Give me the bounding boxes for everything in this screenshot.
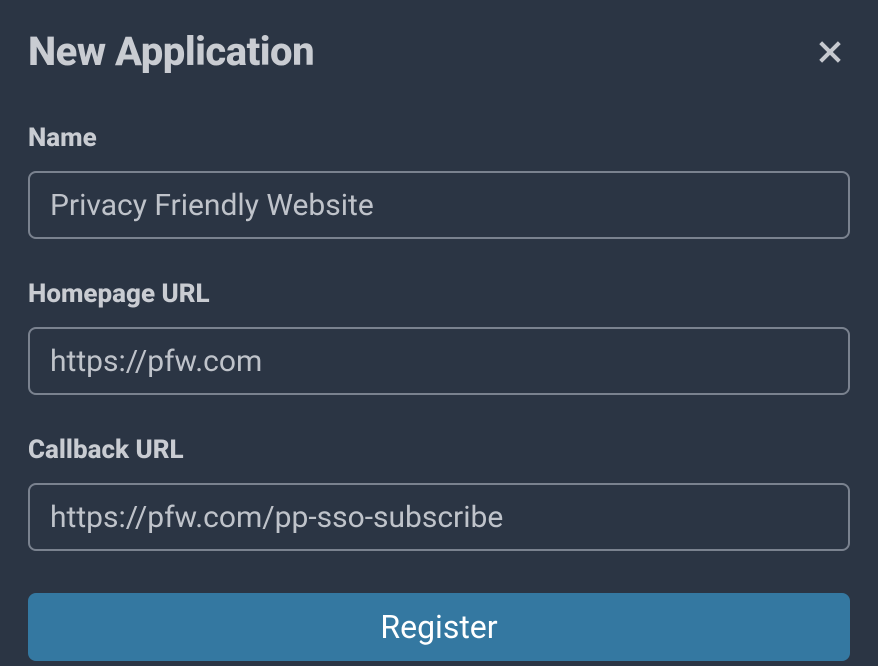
name-input[interactable] <box>28 171 850 239</box>
callback-input[interactable] <box>28 483 850 551</box>
dialog-title: New Application <box>28 28 314 75</box>
callback-field-group: Callback URL <box>28 435 850 551</box>
homepage-field-group: Homepage URL <box>28 279 850 395</box>
name-field-group: Name <box>28 123 850 239</box>
dialog-header: New Application <box>28 28 850 75</box>
callback-label: Callback URL <box>28 435 850 465</box>
register-button[interactable]: Register <box>28 593 850 661</box>
close-icon <box>814 36 846 68</box>
name-label: Name <box>28 123 850 153</box>
close-button[interactable] <box>810 32 850 72</box>
new-application-dialog: New Application Name Homepage URL Callba… <box>28 28 850 661</box>
homepage-input[interactable] <box>28 327 850 395</box>
homepage-label: Homepage URL <box>28 279 850 309</box>
